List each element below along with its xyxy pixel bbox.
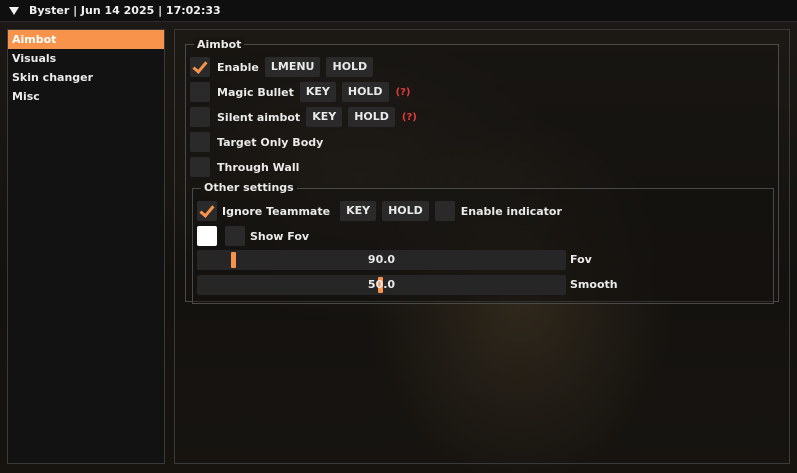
silent-aimbot-key-button[interactable]: KEY [306,107,343,127]
enable-indicator-label: Enable indicator [460,204,562,218]
title-bar[interactable]: Byster | Jun 14 2025 | 17:02:33 [0,0,797,22]
target-only-body-row: Target Only Body [190,132,323,152]
other-settings-group-title: Other settings [201,181,297,194]
enable-label: Enable [217,60,259,74]
magic-bullet-help-hint[interactable]: (?) [396,87,411,98]
smooth-slider-label: Smooth [570,278,618,291]
enable-row: Enable LMENU HOLD [190,57,374,77]
aimbot-group-title: Aimbot [194,38,245,51]
fov-slider-value: 90.0 [367,253,396,266]
sidebar-item-aimbot[interactable]: Aimbot [8,30,164,49]
smooth-slider-value: 50.0 [367,278,396,291]
magic-bullet-mode-button[interactable]: HOLD [341,82,389,102]
magic-bullet-key-button[interactable]: KEY [299,82,336,102]
show-fov-checkbox[interactable] [225,226,245,246]
silent-aimbot-help-hint[interactable]: (?) [402,112,417,123]
through-wall-row: Through Wall [190,157,299,177]
enable-mode-button[interactable]: HOLD [326,57,374,77]
magic-bullet-row: Magic Bullet KEY HOLD (?) [190,82,411,102]
enable-checkbox[interactable] [190,57,210,77]
window-title: Byster | Jun 14 2025 | 17:02:33 [29,4,221,17]
show-fov-row: Show Fov [197,226,309,246]
target-only-body-label: Target Only Body [217,135,324,149]
fov-slider-label: Fov [570,253,592,266]
fov-slider[interactable]: 90.0 [197,250,566,270]
sidebar-item-visuals[interactable]: Visuals [8,49,164,68]
magic-bullet-label: Magic Bullet [217,85,294,99]
collapse-triangle-icon[interactable] [9,6,19,15]
sidebar-item-skin-changer[interactable]: Skin changer [8,68,164,87]
ignore-teammate-row: Ignore Teammate KEY HOLD Enable indicato… [197,201,562,221]
sidebar-item-misc[interactable]: Misc [8,87,164,106]
through-wall-label: Through Wall [217,160,300,174]
through-wall-checkbox[interactable] [190,157,210,177]
ignore-teammate-checkbox[interactable] [197,201,217,221]
sidebar: Aimbot Visuals Skin changer Misc [7,29,165,464]
silent-aimbot-checkbox[interactable] [190,107,210,127]
show-fov-label: Show Fov [250,229,310,243]
ignore-teammate-mode-button[interactable]: HOLD [382,201,429,221]
magic-bullet-checkbox[interactable] [190,82,210,102]
enable-indicator-checkbox[interactable] [434,201,455,221]
smooth-slider[interactable]: 50.0 [197,275,566,295]
target-only-body-checkbox[interactable] [190,132,210,152]
fov-color-swatch[interactable] [197,226,217,246]
silent-aimbot-label: Silent aimbot [217,110,301,124]
ignore-teammate-key-button[interactable]: KEY [340,201,377,221]
ignore-teammate-label: Ignore Teammate [222,204,331,218]
main-panel: Aimbot Enable LMENU HOLD Magic Bullet KE… [174,29,790,464]
silent-aimbot-row: Silent aimbot KEY HOLD (?) [190,107,417,127]
silent-aimbot-mode-button[interactable]: HOLD [348,107,395,127]
enable-key-button[interactable]: LMENU [264,57,321,77]
